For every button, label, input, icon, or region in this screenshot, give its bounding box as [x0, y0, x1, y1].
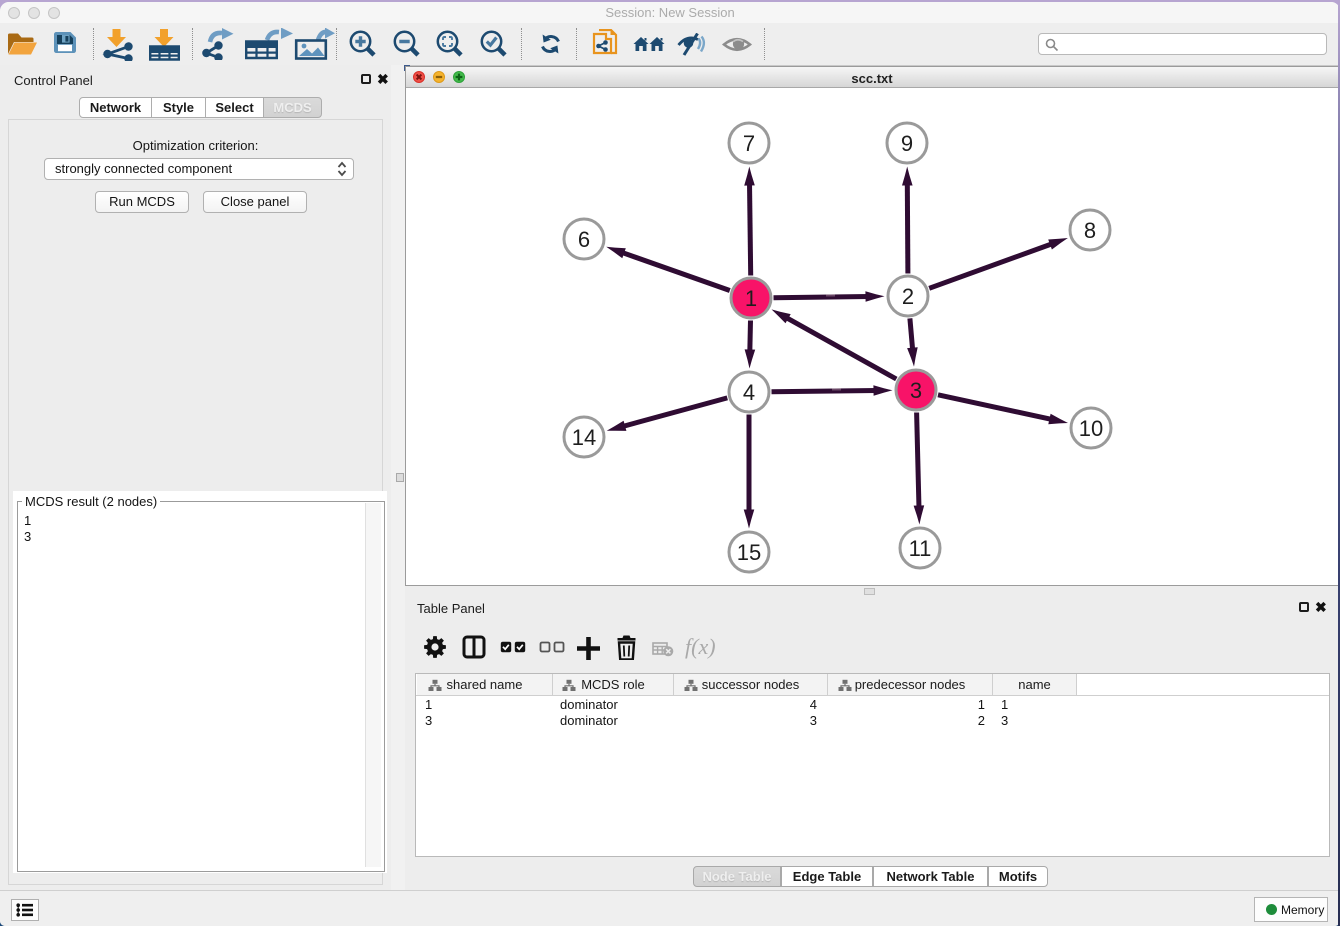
svg-text:4: 4	[743, 380, 755, 405]
svg-text:14: 14	[572, 425, 596, 450]
svg-text:9: 9	[901, 131, 913, 156]
svg-text:1: 1	[745, 286, 757, 311]
svg-text:15: 15	[737, 540, 761, 565]
svg-text:3: 3	[910, 378, 922, 403]
svg-text:10: 10	[1079, 416, 1103, 441]
svg-text:7: 7	[743, 131, 755, 156]
svg-text:8: 8	[1084, 218, 1096, 243]
svg-text:6: 6	[578, 227, 590, 252]
svg-text:11: 11	[909, 536, 932, 561]
svg-text:2: 2	[902, 284, 914, 309]
